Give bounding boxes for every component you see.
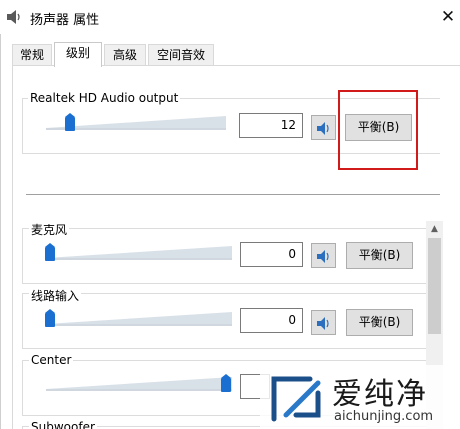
main-balance-button[interactable]: 平衡(B): [345, 114, 412, 141]
microphone-balance-button[interactable]: 平衡(B): [346, 242, 413, 269]
tab-spatial-sound[interactable]: 空间音效: [148, 44, 214, 66]
center-volume-slider[interactable]: [44, 374, 234, 394]
watermark-brand: 爱纯净: [332, 377, 428, 412]
center-label: Center: [29, 353, 74, 367]
microphone-volume-input[interactable]: 0: [240, 242, 303, 267]
line-in-volume-input[interactable]: 0: [240, 308, 303, 333]
main-volume-input[interactable]: 12: [239, 113, 303, 138]
scroll-thumb[interactable]: [428, 238, 441, 334]
watermark-logo-icon: [271, 376, 321, 422]
line-in-mute-button[interactable]: [311, 310, 336, 335]
line-in-volume-slider[interactable]: [44, 309, 234, 329]
microphone-volume-thumb[interactable]: [45, 243, 55, 261]
microphone-mute-button[interactable]: [311, 243, 336, 268]
line-in-balance-button[interactable]: 平衡(B): [346, 309, 413, 336]
tab-general[interactable]: 常规: [12, 44, 52, 66]
main-output-label: Realtek HD Audio output: [28, 91, 181, 105]
section-separator: [26, 194, 440, 195]
tab-advanced[interactable]: 高级: [104, 44, 146, 66]
close-button[interactable]: ✕: [436, 5, 460, 29]
window-title: 扬声器 属性: [30, 13, 100, 28]
line-in-volume-thumb[interactable]: [45, 309, 55, 327]
line-in-label: 线路输入: [29, 287, 82, 304]
watermark-url: aichunjing.com: [334, 409, 434, 424]
microphone-label: 麦克风: [29, 221, 70, 238]
scroll-up-arrow-icon[interactable]: ▲: [426, 221, 443, 237]
title-bar: 扬声器 属性 ✕: [0, 0, 460, 34]
speaker-icon: [317, 250, 329, 263]
speaker-window-icon: [6, 10, 22, 24]
main-volume-slider[interactable]: [44, 113, 228, 133]
main-volume-thumb[interactable]: [65, 113, 75, 131]
window-border: [0, 0, 1, 429]
speaker-icon: [317, 122, 329, 135]
watermark: 爱纯净 aichunjing.com: [260, 365, 460, 429]
tab-levels[interactable]: 级别: [54, 42, 102, 67]
center-volume-thumb[interactable]: [221, 374, 231, 392]
main-mute-button[interactable]: [311, 115, 336, 140]
speaker-icon: [317, 317, 329, 330]
subwoofer-label: Subwoofer: [29, 420, 97, 429]
microphone-volume-slider[interactable]: [44, 243, 234, 263]
